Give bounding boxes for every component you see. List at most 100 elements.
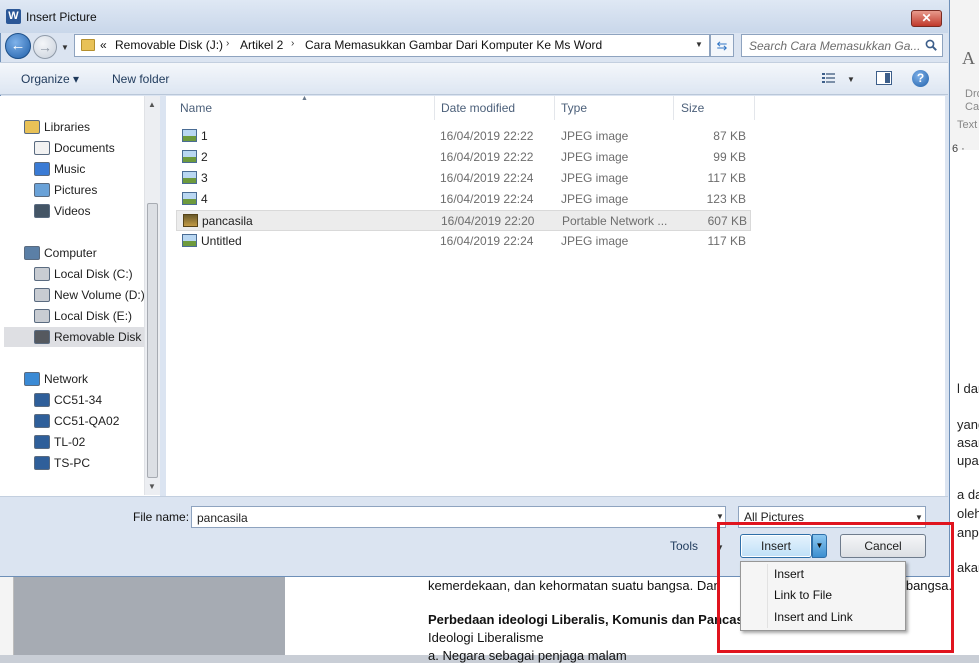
- column-header-date-modified[interactable]: Date modified: [441, 101, 515, 115]
- file-name-dropdown-icon[interactable]: ▼: [716, 512, 724, 521]
- file-row[interactable]: 4 16/04/2019 22:24 JPEG image 123 KB: [176, 189, 751, 210]
- file-row[interactable]: 2 16/04/2019 22:22 JPEG image 99 KB: [176, 147, 751, 168]
- file-size: 117 KB: [707, 171, 746, 185]
- recent-pages-dropdown-icon[interactable]: ▼: [61, 43, 69, 52]
- network-pc-icon: [34, 414, 50, 428]
- sidebar-item-label: Videos: [54, 204, 91, 218]
- nav-group-computer[interactable]: Computer: [24, 243, 97, 263]
- file-date: 16/04/2019 22:24: [440, 192, 534, 206]
- sidebar-item-new-volume-d[interactable]: New Volume (D:): [34, 285, 145, 305]
- file-size: 87 KB: [713, 129, 746, 143]
- nav-group-libraries[interactable]: Libraries: [24, 117, 90, 137]
- file-type: Portable Network ...: [562, 214, 668, 228]
- scroll-down-icon[interactable]: ▼: [148, 482, 156, 491]
- nav-group-label: Computer: [44, 246, 97, 260]
- nav-group-label: Network: [44, 372, 89, 386]
- usb-drive-icon: [34, 330, 50, 344]
- column-divider[interactable]: [434, 96, 435, 120]
- doc-text-fragment: l dan: [957, 381, 979, 396]
- sidebar-item-music[interactable]: Music: [34, 159, 85, 179]
- doc-text-fragment: akar: [957, 560, 979, 575]
- sidebar-item-local-disk-c[interactable]: Local Disk (C:): [34, 264, 133, 284]
- file-name: pancasila: [202, 214, 253, 228]
- music-icon: [34, 162, 50, 176]
- file-row[interactable]: pancasila 16/04/2019 22:20 Portable Networ…: [176, 210, 751, 231]
- breadcrumb-separator-icon[interactable]: ›: [226, 38, 229, 49]
- drop-cap-label: Dro: [965, 88, 979, 100]
- jpeg-file-icon: [182, 192, 197, 205]
- sidebar-item-removable-disk[interactable]: Removable Disk (: [4, 327, 149, 347]
- search-input[interactable]: Search Cara Memasukkan Ga...: [749, 39, 919, 53]
- file-date: 16/04/2019 22:22: [440, 129, 534, 143]
- breadcrumb-current-folder[interactable]: Cara Memasukkan Gambar Dari Komputer Ke …: [305, 38, 602, 52]
- file-name-input[interactable]: pancasila: [191, 506, 726, 528]
- jpeg-file-icon: [182, 129, 197, 142]
- breadcrumb-separator-icon[interactable]: ›: [291, 38, 294, 49]
- sidebar-item-label: TL-02: [54, 435, 86, 449]
- sidebar-item-label: New Volume (D:): [54, 288, 145, 302]
- doc-paragraph-line: kemerdekaan, dan kehormatan suatu bangsa…: [428, 578, 721, 593]
- sidebar-item-cc51-34[interactable]: CC51-34: [34, 390, 102, 410]
- doc-text-fragment: yang: [957, 417, 979, 432]
- jpeg-file-icon: [182, 171, 197, 184]
- title-bar[interactable]: W Insert Picture ✕: [0, 0, 948, 33]
- address-bar[interactable]: « Removable Disk (J:) › Artikel 2 › Cara…: [74, 34, 710, 57]
- doc-text-fragment: oleh: [957, 506, 979, 521]
- organize-button[interactable]: Organize ▾: [21, 72, 79, 86]
- png-file-icon: [183, 214, 198, 227]
- new-folder-button[interactable]: New folder: [112, 72, 169, 86]
- command-toolbar: Organize ▾ New folder ▼ ?: [0, 62, 948, 95]
- forward-button[interactable]: →: [33, 35, 57, 59]
- network-pc-icon: [34, 456, 50, 470]
- help-icon[interactable]: ?: [912, 70, 929, 87]
- column-header-name[interactable]: Name: [180, 101, 212, 115]
- navigation-pane-scrollbar[interactable]: ▲ ▼: [144, 96, 160, 495]
- sidebar-item-ts-pc[interactable]: TS-PC: [34, 453, 90, 473]
- sidebar-item-label: Local Disk (E:): [54, 309, 133, 323]
- scrollbar-thumb[interactable]: [147, 203, 158, 478]
- file-row[interactable]: 3 16/04/2019 22:24 JPEG image 117 KB: [176, 168, 751, 189]
- sidebar-item-local-disk-e[interactable]: Local Disk (E:): [34, 306, 133, 326]
- search-icon[interactable]: [925, 39, 937, 51]
- view-dropdown-icon[interactable]: ▼: [847, 75, 855, 84]
- column-divider[interactable]: [754, 96, 755, 120]
- dialog-right-edge: [945, 96, 949, 496]
- search-box[interactable]: Search Cara Memasukkan Ga...: [741, 34, 943, 57]
- address-dropdown-icon[interactable]: ▼: [695, 40, 703, 49]
- tools-menu[interactable]: Tools: [670, 539, 698, 553]
- sidebar-item-label: Pictures: [54, 183, 98, 197]
- file-row[interactable]: Untitled 16/04/2019 22:24 JPEG image 117 KB: [176, 231, 751, 252]
- folder-icon: [81, 39, 95, 51]
- breadcrumb-overflow[interactable]: «: [100, 38, 107, 52]
- sidebar-item-documents[interactable]: Documents: [34, 138, 115, 158]
- sidebar-item-tl-02[interactable]: TL-02: [34, 432, 86, 452]
- view-options-icon[interactable]: [822, 72, 836, 84]
- network-icon: [24, 372, 40, 386]
- file-name-label: File name:: [133, 510, 190, 524]
- file-size: 123 KB: [706, 192, 746, 206]
- sidebar-item-cc51-qa02[interactable]: CC51-QA02: [34, 411, 120, 431]
- breadcrumb-artikel-2[interactable]: Artikel 2: [240, 38, 283, 52]
- sidebar-item-label: CC51-QA02: [54, 414, 120, 428]
- breadcrumb-removable-disk[interactable]: Removable Disk (J:): [115, 38, 223, 52]
- back-button[interactable]: ←: [5, 33, 31, 59]
- sidebar-item-pictures[interactable]: Pictures: [34, 180, 98, 200]
- refresh-button[interactable]: ⇆: [710, 34, 734, 57]
- nav-group-network[interactable]: Network: [24, 369, 89, 389]
- sidebar-item-videos[interactable]: Videos: [34, 201, 91, 221]
- preview-pane-icon[interactable]: [876, 71, 892, 85]
- column-divider[interactable]: [673, 96, 674, 120]
- file-size: 607 KB: [707, 214, 747, 228]
- file-date: 16/04/2019 22:20: [441, 214, 535, 228]
- doc-list-item: a. Negara sebagai penjaga malam: [428, 648, 627, 663]
- file-row[interactable]: 1 16/04/2019 22:22 JPEG image 87 KB: [176, 126, 751, 147]
- close-button[interactable]: ✕: [911, 10, 942, 27]
- videos-icon: [34, 204, 50, 218]
- scroll-up-icon[interactable]: ▲: [148, 100, 156, 109]
- file-date: 16/04/2019 22:22: [440, 150, 534, 164]
- column-divider[interactable]: [554, 96, 555, 120]
- text-format-icon[interactable]: A: [962, 48, 975, 69]
- file-name: 2: [201, 150, 208, 164]
- column-header-size[interactable]: Size: [681, 101, 704, 115]
- column-header-type[interactable]: Type: [561, 101, 587, 115]
